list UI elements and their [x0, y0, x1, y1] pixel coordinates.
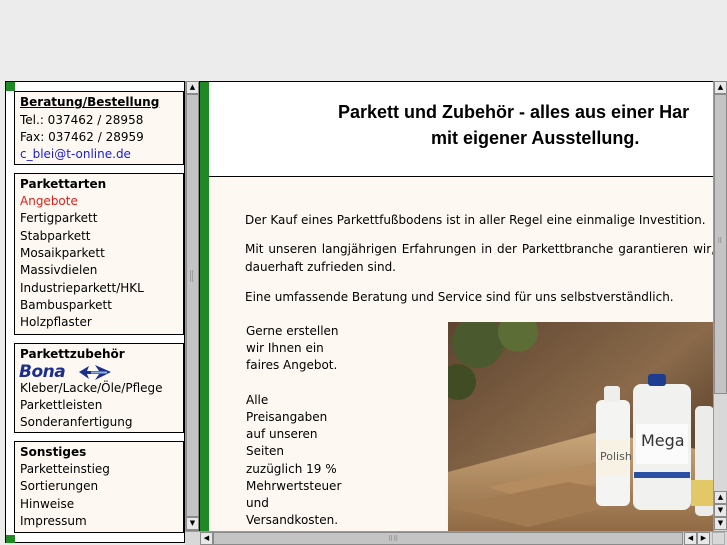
green-corner-marker	[6, 82, 15, 91]
parkettarten-heading: Parkettarten	[20, 177, 107, 191]
hscroll-thumb[interactable]: ⠿⠿	[213, 532, 683, 545]
offer-text: faires Angebot.	[246, 358, 338, 372]
nav-link-angebote[interactable]: Angebote	[20, 193, 78, 210]
price-note: Versandkosten.	[246, 513, 339, 527]
scroll-thumb[interactable]: ⠿ ⠿	[186, 94, 199, 517]
nav-link-stabparkett[interactable]: Stabparkett	[20, 228, 91, 245]
nav-link-mosaikparkett[interactable]: Mosaikparkett	[20, 245, 105, 262]
price-note: auf unseren	[246, 427, 318, 441]
price-note: Preisangaben	[246, 410, 328, 424]
intro-paragraph: Der Kauf eines Parkettfußbodens ist in a…	[245, 213, 706, 227]
price-note: und	[246, 496, 269, 510]
product-photo-image: Polish Mega	[448, 322, 714, 532]
page-subtitle: mit eigener Ausstellung.	[431, 128, 640, 148]
price-note: Mehrwertsteuer	[246, 479, 342, 493]
nav-link-bambusparkett[interactable]: Bambusparkett	[20, 297, 112, 314]
content-frame-hscrollbar[interactable]: ◀ ⠿⠿ ◀ ▶	[185, 531, 727, 545]
nav-link-sonderanfertigung[interactable]: Sonderanfertigung	[20, 414, 132, 431]
scroll-down-button[interactable]: ▼	[186, 517, 199, 530]
nav-link-parkettleisten[interactable]: Parkettleisten	[20, 397, 102, 414]
bona-logo[interactable]: Bona	[19, 362, 115, 382]
left-frame-scrollbar[interactable]: ▲ ⠿⠿ ▼ ▼	[185, 81, 199, 544]
nav-link-massivdielen[interactable]: Massivdielen	[20, 262, 97, 279]
scrollbar-corner	[712, 532, 725, 545]
nav-link-industrieparkett[interactable]: Industrieparkett/HKL	[20, 280, 144, 297]
bona-swoosh-icon	[79, 365, 111, 380]
fax-number: Fax: 037462 / 28959	[20, 130, 144, 144]
experience-paragraph-line: Mit unseren langjährigen Erfahrungen in der Pa…	[245, 242, 715, 256]
nav-link-parketteinstieg[interactable]: Parketteinstieg	[20, 461, 110, 478]
phone-number: Tel.: 037462 / 28958	[20, 113, 144, 127]
page-heading-area: Parkett und Zubehör - alles aus einer Ha…	[209, 82, 727, 177]
experience-paragraph-end: dauerhaft zufrieden sind.	[245, 260, 396, 274]
scroll-left-button[interactable]: ◀	[684, 532, 697, 545]
green-corner-marker	[6, 535, 15, 543]
scroll-down-button[interactable]: ▼	[714, 517, 727, 530]
svg-text:Mega: Mega	[641, 431, 685, 450]
contact-heading[interactable]: Beratung/Bestellung	[20, 94, 159, 111]
offer-text: wir Ihnen ein	[246, 341, 324, 355]
zubehoer-heading: Parkettzubehör	[20, 347, 125, 361]
scroll-left-button[interactable]: ◀	[200, 532, 213, 545]
content-frame-scrollbar[interactable]: ▲ ⠿ ▲ ▼ ▼	[713, 81, 727, 531]
grip-icon: ⠿	[717, 237, 723, 245]
price-note: Seiten	[246, 444, 285, 458]
scroll-up-button[interactable]: ▲	[714, 81, 727, 94]
service-paragraph: Eine umfassende Beratung und Service sin…	[245, 290, 674, 304]
scroll-thumb[interactable]: ⠿	[714, 94, 727, 394]
sonstiges-panel: Sonstiges Parketteinstieg Sortierungen H…	[14, 441, 184, 533]
sonstiges-heading: Sonstiges	[20, 445, 87, 459]
scroll-up-button[interactable]: ▲	[186, 81, 199, 94]
scroll-down-button[interactable]: ▼	[714, 504, 727, 517]
navigation-frame: Beratung/Bestellung Tel.: 037462 / 28958…	[5, 81, 185, 543]
nav-link-fertigparkett[interactable]: Fertigparkett	[20, 210, 97, 227]
price-note: zuzüglich 19 %	[246, 462, 337, 476]
nav-link-sortierungen[interactable]: Sortierungen	[20, 478, 98, 495]
contact-panel: Beratung/Bestellung Tel.: 037462 / 28958…	[14, 91, 184, 165]
nav-link-impressum[interactable]: Impressum	[20, 513, 87, 530]
green-side-strip	[200, 82, 209, 545]
nav-link-hinweise[interactable]: Hinweise	[20, 496, 74, 513]
scroll-right-button[interactable]: ▶	[697, 532, 710, 545]
email-link[interactable]: c_blei@t-online.de	[20, 146, 131, 163]
nav-link-holzpflaster[interactable]: Holzpflaster	[20, 314, 92, 331]
page-title: Parkett und Zubehör - alles aus einer Ha…	[338, 102, 690, 122]
zubehoer-panel: Parkettzubehör Bona Kleber/Lacke/Öle/Pfl…	[14, 343, 184, 433]
scroll-up-button[interactable]: ▲	[714, 491, 727, 504]
nav-link-kleber-lacke[interactable]: Kleber/Lacke/Öle/Pflege	[20, 380, 163, 397]
grip-icon: ⠿⠿	[189, 270, 195, 284]
grip-icon: ⠿⠿	[388, 535, 399, 543]
product-photo: Polish Mega	[448, 322, 714, 532]
price-note: Alle	[246, 393, 269, 407]
svg-text:Polish: Polish	[600, 450, 632, 463]
parkettarten-panel: Parkettarten Angebote Fertigparkett Stab…	[14, 173, 184, 335]
offer-text: Gerne erstellen	[246, 324, 339, 338]
